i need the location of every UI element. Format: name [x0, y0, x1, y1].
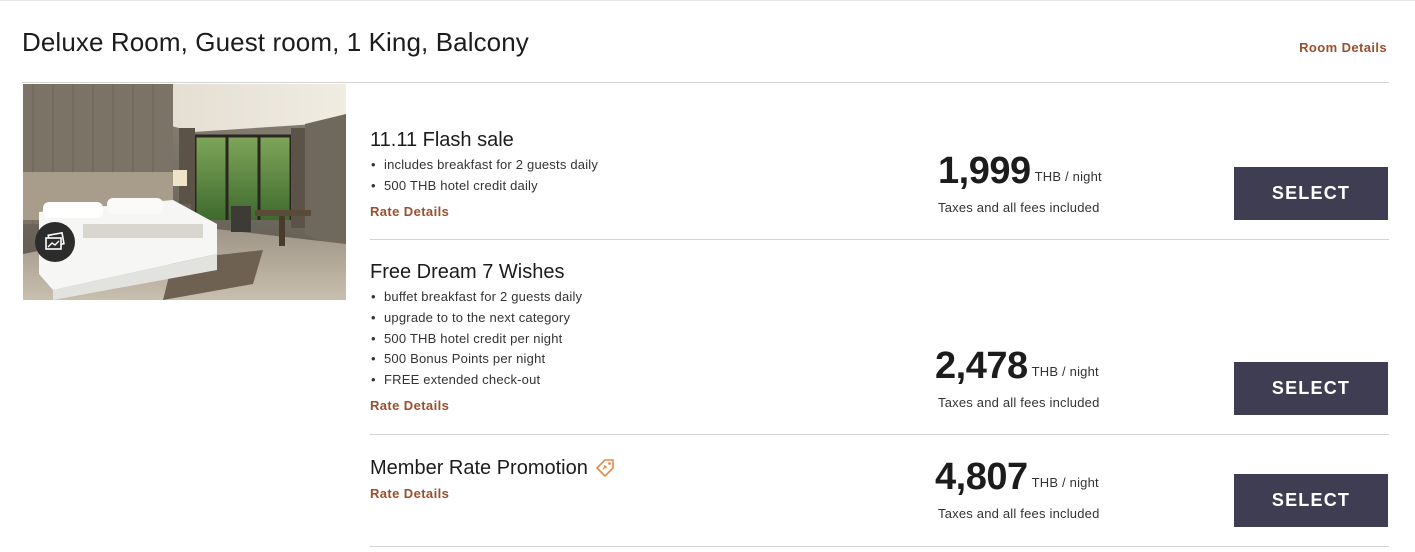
rate-divider — [370, 546, 1389, 547]
rate-divider — [370, 434, 1389, 435]
header-divider — [22, 82, 1389, 83]
taxes-note: Taxes and all fees included — [938, 395, 1100, 410]
price-unit: THB / night — [1032, 475, 1099, 496]
member-tag-icon — [596, 459, 614, 477]
price-block: 1,999 THB / night Taxes and all fees inc… — [938, 152, 1138, 215]
rate-feature: buffet breakfast for 2 guests daily — [370, 287, 1389, 308]
rate-divider — [370, 239, 1389, 240]
room-photo-illustration — [23, 84, 346, 300]
currency: THB — [1034, 169, 1062, 184]
rate-title: Member Rate Promotion — [370, 457, 588, 479]
photo-gallery-icon — [45, 232, 65, 250]
rate-feature: 500 THB hotel credit per night — [370, 329, 1389, 350]
top-divider — [0, 0, 1415, 1]
per-night: / night — [1065, 169, 1102, 184]
rate-feature: upgrade to to the next category — [370, 308, 1389, 329]
per-night: / night — [1062, 475, 1099, 490]
price-amount: 2,478 — [935, 345, 1028, 387]
currency: THB — [1031, 475, 1059, 490]
taxes-note: Taxes and all fees included — [938, 200, 1100, 215]
price-unit: THB / night — [1035, 169, 1102, 190]
price-amount: 1,999 — [938, 150, 1031, 192]
price-block: 2,478 THB / night Taxes and all fees inc… — [935, 347, 1135, 410]
taxes-note: Taxes and all fees included — [938, 506, 1100, 521]
room-title: Deluxe Room, Guest room, 1 King, Balcony — [22, 27, 529, 57]
rate-details-link[interactable]: Rate Details — [370, 204, 449, 219]
rate-title: Free Dream 7 Wishes — [370, 261, 565, 283]
price-block: 4,807 THB / night Taxes and all fees inc… — [935, 458, 1135, 521]
select-button[interactable]: SELECT — [1234, 474, 1388, 527]
price-unit: THB / night — [1032, 364, 1099, 385]
rate-details-link[interactable]: Rate Details — [370, 398, 449, 413]
select-button[interactable]: SELECT — [1234, 167, 1388, 220]
rate-details-link[interactable]: Rate Details — [370, 486, 449, 501]
room-details-link[interactable]: Room Details — [1299, 40, 1387, 55]
rate-title: 11.11 Flash sale — [370, 129, 514, 151]
per-night: / night — [1062, 364, 1099, 379]
photo-gallery-button[interactable] — [35, 222, 75, 262]
price-amount: 4,807 — [935, 456, 1028, 498]
select-button[interactable]: SELECT — [1234, 362, 1388, 415]
currency: THB — [1031, 364, 1059, 379]
room-photo[interactable] — [23, 84, 346, 300]
